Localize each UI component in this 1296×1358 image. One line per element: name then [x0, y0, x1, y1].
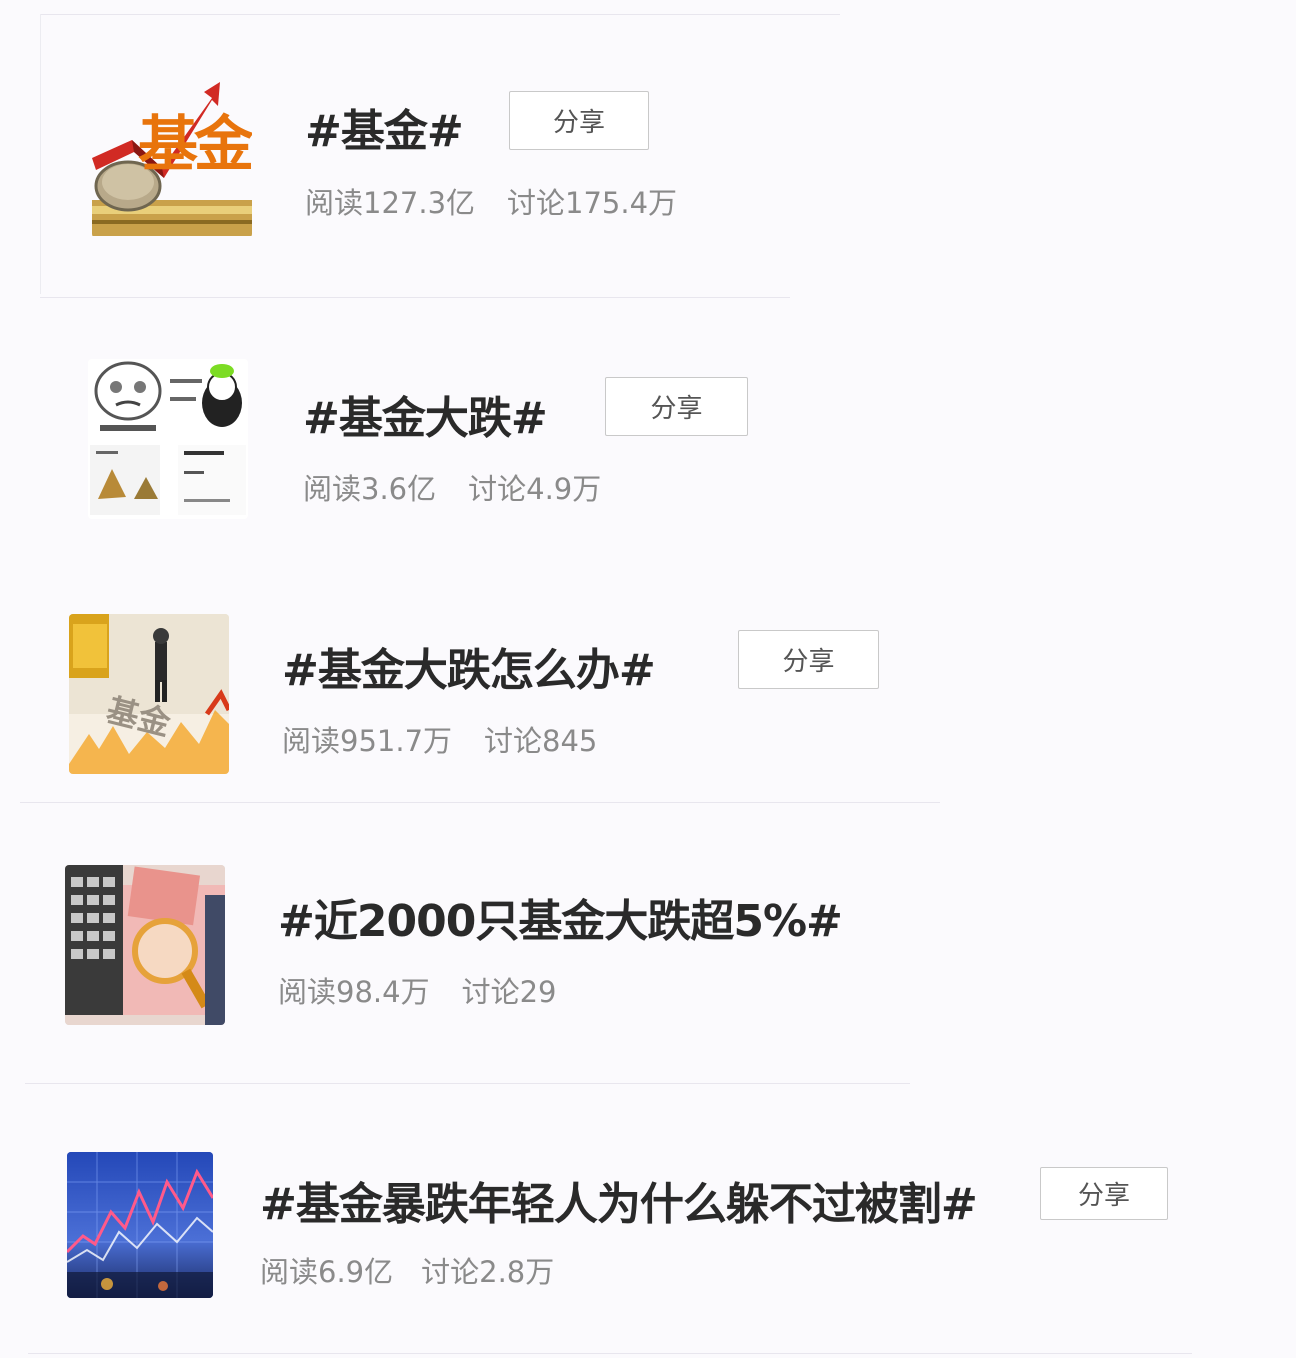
topic-title[interactable]: #基金大跌#: [303, 382, 548, 446]
share-button[interactable]: 分享: [1040, 1167, 1168, 1220]
topic-card-5[interactable]: #基金暴跌年轻人为什么躲不过被割# 分享 阅读6.9亿 讨论2.8万: [0, 1083, 1296, 1358]
discuss-count: 讨论2.8万: [421, 1255, 555, 1289]
topic-title[interactable]: #近2000只基金大跌超5%#: [278, 885, 843, 949]
topic-thumbnail[interactable]: 基金: [92, 78, 252, 238]
topic-title[interactable]: #基金#: [305, 95, 464, 159]
topic-stats: 阅读127.3亿 讨论175.4万: [305, 180, 677, 222]
topic-stats: 阅读6.9亿 讨论2.8万: [260, 1249, 554, 1291]
read-count: 阅读951.7万: [282, 724, 453, 758]
topic-stats: 阅读951.7万 讨论845: [282, 718, 597, 760]
discuss-count: 讨论175.4万: [507, 186, 678, 220]
topic-thumbnail[interactable]: [67, 1152, 213, 1298]
discuss-count: 讨论29: [461, 975, 557, 1009]
read-count: 阅读3.6亿: [303, 472, 437, 506]
topic-thumbnail[interactable]: [65, 865, 225, 1025]
stock-chart-image: [67, 1152, 213, 1298]
topic-title[interactable]: #基金大跌怎么办#: [282, 634, 656, 698]
discuss-count: 讨论845: [484, 724, 598, 758]
topic-thumbnail[interactable]: [88, 359, 248, 519]
topic-stats: 阅读3.6亿 讨论4.9万: [303, 466, 601, 508]
topic-thumbnail[interactable]: 基金: [69, 614, 229, 774]
topic-card-3[interactable]: 基金 #基金大跌怎么办# 分享 阅读951.7万 讨论845: [0, 567, 1296, 802]
topic-card-4[interactable]: #近2000只基金大跌超5%# 阅读98.4万 讨论29: [0, 802, 1296, 1083]
share-button[interactable]: 分享: [738, 630, 879, 689]
topic-stats: 阅读98.4万 讨论29: [278, 969, 556, 1011]
share-button[interactable]: 分享: [605, 377, 748, 436]
read-count: 阅读127.3亿: [305, 186, 476, 220]
topic-card-2[interactable]: #基金大跌# 分享 阅读3.6亿 讨论4.9万: [0, 297, 1296, 567]
thumb-text: 基金: [138, 110, 252, 180]
discuss-count: 讨论4.9万: [468, 472, 602, 506]
read-count: 阅读98.4万: [278, 975, 430, 1009]
topic-title[interactable]: #基金暴跌年轻人为什么躲不过被割#: [260, 1168, 978, 1232]
money-calculator-image: [65, 865, 225, 1025]
topic-card-1[interactable]: 基金 #基金# 分享 阅读127.3亿 讨论175.4万: [0, 0, 1296, 297]
share-button[interactable]: 分享: [509, 91, 649, 150]
meme-collage-image: [90, 361, 246, 515]
read-count: 阅读6.9亿: [260, 1255, 394, 1289]
